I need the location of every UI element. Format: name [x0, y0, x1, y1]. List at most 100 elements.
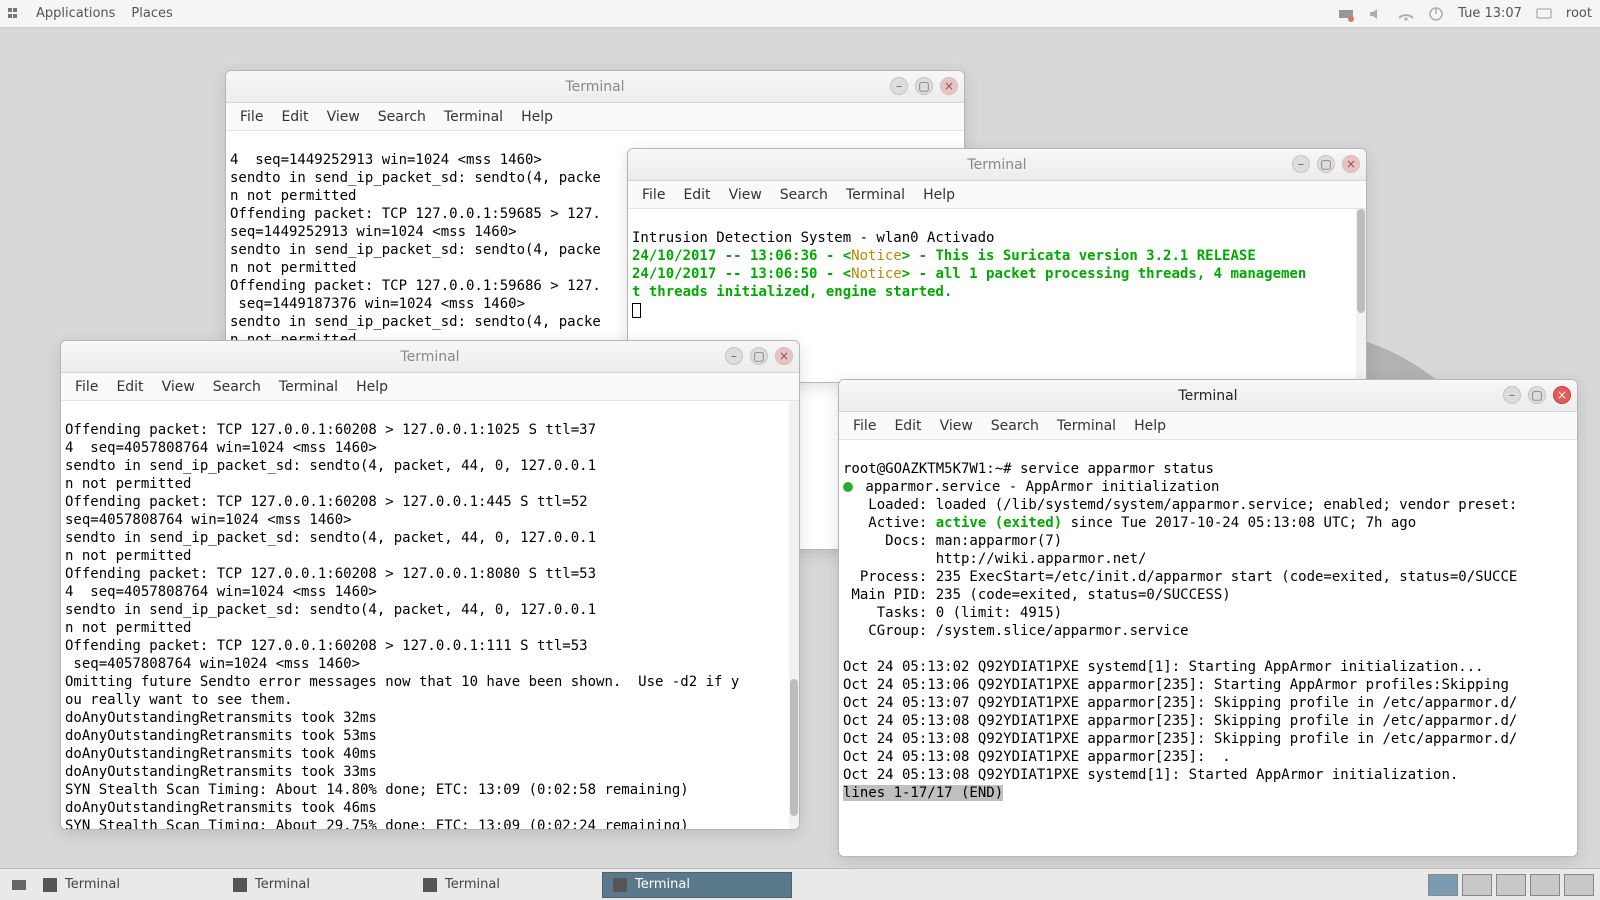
workspace-4[interactable] — [1530, 874, 1560, 896]
menu-view[interactable]: View — [932, 415, 981, 437]
menubar: File Edit View Search Terminal Help — [839, 412, 1577, 440]
menu-terminal[interactable]: Terminal — [838, 184, 913, 206]
terminal-window-3[interactable]: Terminal – ▢ × File Edit View Search Ter… — [60, 340, 800, 830]
volume-icon[interactable] — [1368, 6, 1384, 22]
scrollbar[interactable] — [1356, 209, 1366, 382]
task-label: Terminal — [445, 877, 500, 892]
menu-file[interactable]: File — [232, 106, 271, 128]
menu-view[interactable]: View — [721, 184, 770, 206]
maximize-button[interactable]: ▢ — [1528, 386, 1546, 404]
taskbar-item[interactable]: Terminal — [412, 872, 602, 898]
bottom-panel: Terminal Terminal Terminal Terminal — [0, 868, 1600, 900]
output-line: n not permitted — [65, 620, 191, 636]
output-line: sendto in send_ip_packet_sd: sendto(4, p… — [230, 242, 601, 258]
output-line: sendto in send_ip_packet_sd: sendto(4, p… — [65, 602, 596, 618]
titlebar[interactable]: Terminal – ▢ × — [61, 341, 799, 373]
output-line: seq=4057808764 win=1024 <mss 1460> — [65, 512, 352, 528]
output-line: Oct 24 05:13:02 Q92YDIAT1PXE systemd[1]:… — [843, 659, 1484, 675]
menu-help[interactable]: Help — [513, 106, 561, 128]
taskbar-item[interactable]: Terminal — [32, 872, 222, 898]
titlebar[interactable]: Terminal – ▢ × — [226, 71, 964, 103]
menu-search[interactable]: Search — [370, 106, 434, 128]
close-button[interactable]: × — [775, 347, 793, 365]
menu-help[interactable]: Help — [348, 376, 396, 398]
output-line: Offending packet: TCP 127.0.0.1:59686 > … — [230, 278, 601, 294]
close-button[interactable]: × — [1342, 155, 1360, 173]
output-line: Active: active (exited) since Tue 2017-1… — [843, 515, 1416, 531]
menu-edit[interactable]: Edit — [886, 415, 929, 437]
menu-help[interactable]: Help — [1126, 415, 1174, 437]
output-line: Offending packet: TCP 127.0.0.1:60208 > … — [65, 422, 596, 438]
minimize-button[interactable]: – — [725, 347, 743, 365]
menu-view[interactable]: View — [154, 376, 203, 398]
output-line: 4 seq=4057808764 win=1024 <mss 1460> — [65, 584, 377, 600]
menu-terminal[interactable]: Terminal — [1049, 415, 1124, 437]
output-line: Oct 24 05:13:06 Q92YDIAT1PXE apparmor[23… — [843, 677, 1509, 693]
close-button[interactable]: × — [1553, 386, 1571, 404]
menu-file[interactable]: File — [67, 376, 106, 398]
terminal-icon — [423, 878, 437, 892]
menu-help[interactable]: Help — [915, 184, 963, 206]
output-line — [843, 641, 851, 657]
menu-terminal[interactable]: Terminal — [271, 376, 346, 398]
window-title: Terminal — [967, 157, 1026, 173]
network-icon[interactable] — [1398, 6, 1414, 22]
maximize-button[interactable]: ▢ — [915, 77, 933, 95]
minimize-button[interactable]: – — [890, 77, 908, 95]
output-line: doAnyOutstandingRetransmits took 40ms — [65, 746, 377, 762]
close-button[interactable]: × — [940, 77, 958, 95]
menu-search[interactable]: Search — [205, 376, 269, 398]
output-line: CGroup: /system.slice/apparmor.service — [843, 623, 1189, 639]
output-line: Oct 24 05:13:08 Q92YDIAT1PXE apparmor[23… — [843, 713, 1517, 729]
output-line: n not permitted — [65, 548, 191, 564]
power-icon[interactable] — [1428, 6, 1444, 22]
menu-applications[interactable]: Applications — [36, 6, 115, 21]
output-line: seq=1449187376 win=1024 <mss 1460> — [230, 296, 525, 312]
output-line: Intrusion Detection System - wlan0 Activ… — [632, 230, 994, 246]
titlebar[interactable]: Terminal – ▢ × — [839, 380, 1577, 412]
terminal-icon — [43, 878, 57, 892]
minimize-button[interactable]: – — [1292, 155, 1310, 173]
workspace-3[interactable] — [1496, 874, 1526, 896]
output-line: Docs: man:apparmor(7) — [843, 533, 1062, 549]
menu-edit[interactable]: Edit — [273, 106, 316, 128]
output-line: sendto in send_ip_packet_sd: sendto(4, p… — [230, 170, 601, 186]
minimize-button[interactable]: – — [1503, 386, 1521, 404]
menu-edit[interactable]: Edit — [675, 184, 718, 206]
terminal-window-4[interactable]: Terminal – ▢ × File Edit View Search Ter… — [838, 379, 1578, 857]
show-desktop-button[interactable] — [6, 872, 32, 898]
clock[interactable]: Tue 13:07 — [1458, 6, 1522, 21]
terminal-content[interactable]: Offending packet: TCP 127.0.0.1:60208 > … — [61, 401, 799, 829]
recorder-icon[interactable] — [1338, 6, 1354, 22]
output-line: 24/10/2017 -- 13:06:36 - <Notice> - This… — [632, 248, 1256, 264]
taskbar-item[interactable]: Terminal — [222, 872, 412, 898]
scrollbar[interactable] — [789, 401, 799, 829]
task-label: Terminal — [255, 877, 310, 892]
workspace-2[interactable] — [1462, 874, 1492, 896]
menu-search[interactable]: Search — [983, 415, 1047, 437]
window-title: Terminal — [1178, 388, 1237, 404]
titlebar[interactable]: Terminal – ▢ × — [628, 149, 1366, 181]
menu-file[interactable]: File — [634, 184, 673, 206]
taskbar-item-active[interactable]: Terminal — [602, 872, 792, 898]
output-line: Offending packet: TCP 127.0.0.1:60208 > … — [65, 566, 596, 582]
menu-search[interactable]: Search — [772, 184, 836, 206]
maximize-button[interactable]: ▢ — [1317, 155, 1335, 173]
apps-grid-icon[interactable] — [8, 8, 20, 20]
menu-file[interactable]: File — [845, 415, 884, 437]
menu-places[interactable]: Places — [131, 6, 172, 21]
workspace-switcher — [1428, 874, 1600, 896]
output-line: doAnyOutstandingRetransmits took 46ms — [65, 800, 377, 816]
window-title: Terminal — [400, 349, 459, 365]
display-icon[interactable] — [1536, 6, 1552, 22]
maximize-button[interactable]: ▢ — [750, 347, 768, 365]
task-label: Terminal — [65, 877, 120, 892]
workspace-1[interactable] — [1428, 874, 1458, 896]
menu-terminal[interactable]: Terminal — [436, 106, 511, 128]
terminal-content[interactable]: root@GOAZKTM5K7W1:~# service apparmor st… — [839, 440, 1577, 856]
menu-view[interactable]: View — [319, 106, 368, 128]
user-label[interactable]: root — [1566, 6, 1592, 21]
output-line: Offending packet: TCP 127.0.0.1:59685 > … — [230, 206, 601, 222]
menu-edit[interactable]: Edit — [108, 376, 151, 398]
workspace-5[interactable] — [1564, 874, 1594, 896]
